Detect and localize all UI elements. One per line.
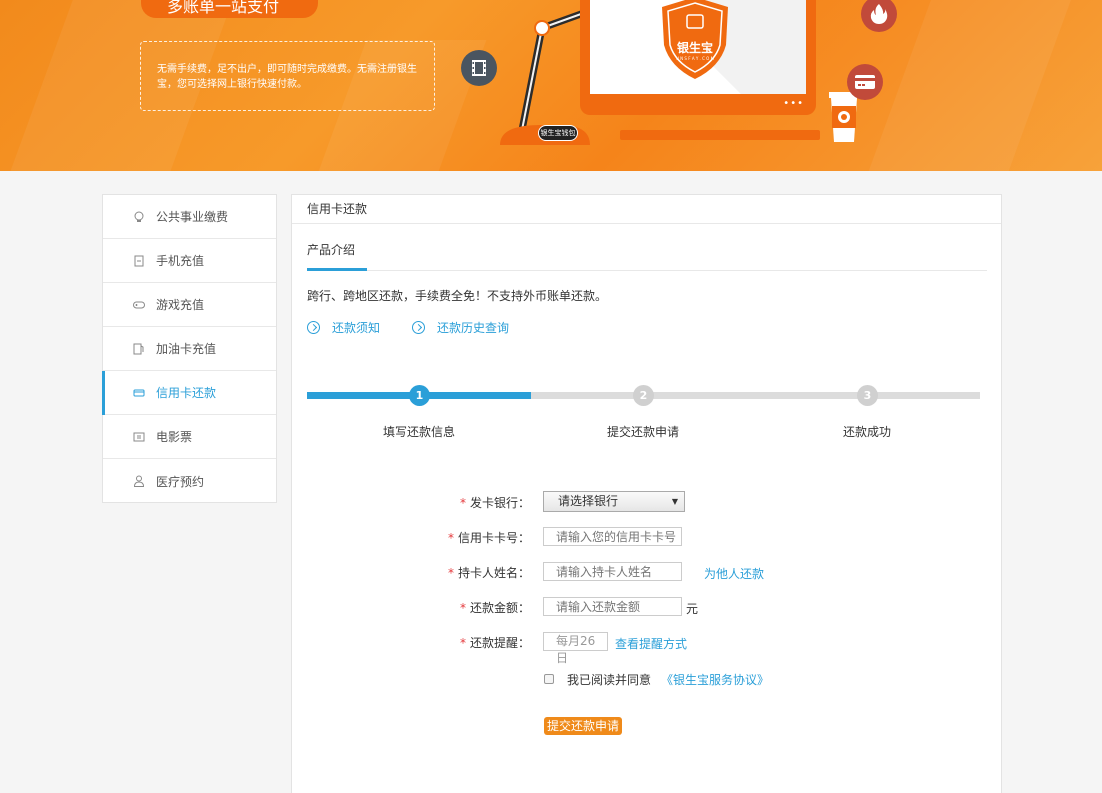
- doctor-icon: [133, 475, 145, 487]
- card-number-label: * 信用卡卡号：: [447, 531, 530, 545]
- repayment-history-link[interactable]: 还款历史查询: [412, 319, 509, 336]
- lamp-label: 银生宝钱包: [538, 125, 578, 141]
- amount-label: * 还款金额：: [459, 601, 530, 615]
- send-icon: [412, 321, 425, 334]
- banner-note: 无需手续费，足不出户，即可随时完成缴费。无需注册银生宝，您可选择网上银行快速付款…: [140, 41, 435, 111]
- sidebar-item-movie-ticket[interactable]: 电影票: [103, 415, 276, 459]
- credit-card-icon: [133, 387, 145, 399]
- brand-domain: U N S F A Y . C O M: [675, 56, 715, 61]
- sidebar-item-label: 手机充值: [156, 254, 205, 268]
- promo-banner: 多账单一站支付 无需手续费，足不出户，即可随时完成缴费。无需注册银生宝，您可选择…: [0, 0, 1102, 171]
- send-icon: [307, 321, 320, 334]
- sidebar-item-mobile-topup[interactable]: 手机充值: [103, 239, 276, 283]
- agree-checkbox[interactable]: [544, 674, 554, 684]
- bank-select-value: 请选择银行: [558, 494, 619, 508]
- phone-icon: [133, 255, 145, 267]
- step-3-dot: 3: [857, 385, 878, 406]
- tab-bar: 产品介绍: [307, 235, 987, 271]
- sidebar-item-label: 加油卡充值: [156, 342, 217, 356]
- sidebar-item-game-topup[interactable]: 游戏充值: [103, 283, 276, 327]
- tab-product-intro[interactable]: 产品介绍: [307, 235, 367, 271]
- reminder-date-field[interactable]: 每月26日: [543, 632, 608, 665]
- pay-for-other-link[interactable]: 为他人还款: [704, 565, 764, 582]
- intro-text: 跨行、跨地区还款，手续费全免！不支持外币账单还款。: [307, 289, 608, 303]
- step-3-label: 还款成功: [842, 425, 891, 439]
- coffee-cup-icon: [829, 92, 859, 142]
- bank-label: * 发卡银行：: [459, 496, 530, 510]
- shield-logo: 银生宝 U N S F A Y . C O M: [660, 0, 730, 80]
- ticket-icon: [133, 431, 145, 443]
- amount-input[interactable]: [543, 597, 682, 616]
- sidebar-item-credit-card[interactable]: 信用卡还款: [102, 371, 276, 415]
- reminder-label: * 还款提醒：: [459, 636, 530, 650]
- sidebar-item-label: 信用卡还款: [156, 386, 217, 400]
- sidebar-item-label: 游戏充值: [156, 298, 205, 312]
- step-1-label: 填写还款信息: [382, 425, 455, 439]
- brand-name: 银生宝: [676, 41, 713, 55]
- sidebar: 公共事业缴费 手机充值 游戏充值 加油卡充值 信用卡还款 电影票 医疗预约: [102, 194, 277, 503]
- bank-select[interactable]: 请选择银行 ▼: [543, 491, 685, 512]
- sidebar-item-utilities[interactable]: 公共事业缴费: [103, 195, 276, 239]
- submit-repayment-button[interactable]: 提交还款申请: [544, 717, 622, 735]
- sidebar-item-fuel-card[interactable]: 加油卡充值: [103, 327, 276, 371]
- cardholder-name-input[interactable]: [543, 562, 682, 581]
- card-icon: [847, 64, 883, 100]
- step-2-label: 提交还款申请: [606, 425, 679, 439]
- cardholder-name-label: * 持卡人姓名：: [447, 566, 530, 580]
- bulb-icon: [133, 211, 145, 223]
- chevron-down-icon: ▼: [671, 497, 678, 506]
- step-1-dot: 1: [409, 385, 430, 406]
- sidebar-item-label: 电影票: [156, 430, 193, 444]
- fire-icon: [861, 0, 897, 32]
- link-label: 还款须知: [332, 321, 381, 335]
- service-agreement-link[interactable]: 《银生宝服务协议》: [661, 671, 769, 688]
- amount-unit: 元: [686, 602, 699, 616]
- banner-headline: 多账单一站支付: [141, 0, 318, 18]
- main-panel: 信用卡还款 产品介绍 跨行、跨地区还款，手续费全免！不支持外币账单还款。 还款须…: [291, 194, 1002, 793]
- reminder-method-link[interactable]: 查看提醒方式: [615, 635, 687, 652]
- link-label: 还款历史查询: [437, 321, 510, 335]
- repayment-notice-link[interactable]: 还款须知: [307, 319, 380, 336]
- film-icon: [461, 50, 497, 86]
- page-title: 信用卡还款: [292, 195, 1001, 224]
- sidebar-item-medical[interactable]: 医疗预约: [103, 459, 276, 503]
- monitor-stand: [620, 130, 820, 140]
- fuel-icon: [133, 343, 145, 355]
- sidebar-item-label: 医疗预约: [156, 474, 205, 489]
- agree-text: 我已阅读并同意: [567, 673, 652, 687]
- gamepad-icon: [133, 299, 145, 311]
- sidebar-item-label: 公共事业缴费: [156, 210, 229, 224]
- card-number-input[interactable]: [543, 527, 682, 546]
- step-2-dot: 2: [633, 385, 654, 406]
